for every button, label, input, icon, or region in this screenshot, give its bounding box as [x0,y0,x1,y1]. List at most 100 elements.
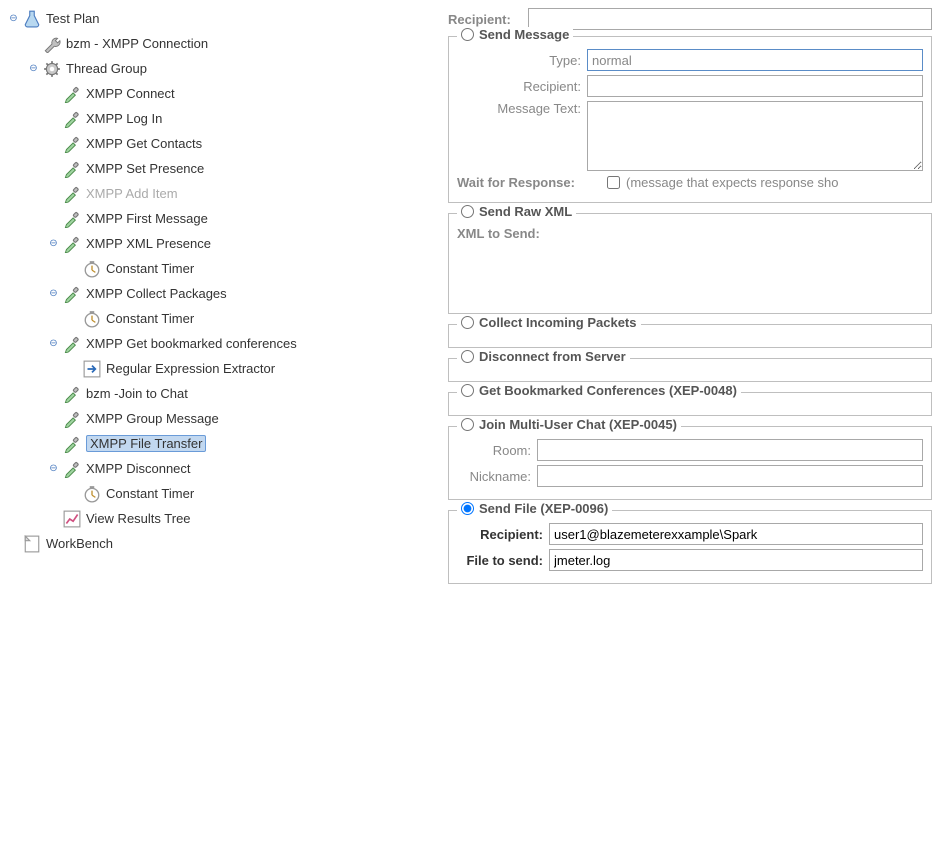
send-raw-xml-group: Send Raw XML XML to Send: [448,213,932,314]
timer-icon [83,310,101,328]
pipette-icon [63,235,81,253]
wait-response-label: Wait for Response: [457,175,607,190]
pipette-icon [63,385,81,403]
nickname-label: Nickname: [457,469,537,484]
tree-label: bzm - XMPP Connection [66,36,208,51]
sendfile-recipient-input[interactable] [549,523,923,545]
tree-node-xmpp-collect-packages[interactable]: ⊖ XMPP Collect Packages [48,281,436,306]
tree-node-xmpp-get-contacts[interactable]: XMPP Get Contacts [48,131,436,156]
tree-node-thread-group[interactable]: ⊖ Thread Group [28,56,436,81]
pipette-icon [63,435,81,453]
tree-node-xmpp-first-message[interactable]: XMPP First Message [48,206,436,231]
nickname-input[interactable] [537,465,923,487]
disconnect-radio[interactable] [461,350,474,363]
pipette-icon [63,185,81,203]
legend-label: Send Raw XML [479,204,572,219]
test-plan-tree[interactable]: ⊖ Test Plan bzm - XMPP Connection ⊖ Thre… [4,6,436,556]
tree-label: XMPP XML Presence [86,236,211,251]
disconnect-group: Disconnect from Server [448,358,932,382]
tree-toggle-icon[interactable]: ⊖ [48,288,59,299]
tree-node-xmpp-disconnect[interactable]: ⊖XMPP Disconnect [48,456,436,481]
file-to-send-label: File to send: [457,553,549,568]
legend-label: Send File (XEP-0096) [479,501,608,516]
tree-label: Constant Timer [106,311,194,326]
message-text-label: Message Text: [457,101,587,116]
tree-label: Test Plan [46,11,99,26]
tree-label: Regular Expression Extractor [106,361,275,376]
pipette-icon [63,160,81,178]
send-file-radio[interactable] [461,502,474,515]
tree-node-workbench[interactable]: WorkBench [8,531,436,556]
tree-toggle-icon[interactable]: ⊖ [28,63,39,74]
top-recipient-input[interactable] [528,8,932,30]
message-text-input[interactable] [587,101,923,171]
send-file-group: Send File (XEP-0096) Recipient: File to … [448,510,932,584]
tree-node-xmpp-set-presence[interactable]: XMPP Set Presence [48,156,436,181]
legend-label: Send Message [479,27,569,42]
tree-node-xmpp-get-bookmarked[interactable]: ⊖XMPP Get bookmarked conferences [48,331,436,356]
join-muc-radio[interactable] [461,418,474,431]
send-message-radio[interactable] [461,28,474,41]
tree-toggle-icon[interactable]: ⊖ [8,13,19,24]
tree-node-test-plan[interactable]: ⊖ Test Plan [8,6,436,31]
room-input[interactable] [537,439,923,461]
tree-node-xmpp-xml-presence[interactable]: ⊖ XMPP XML Presence [48,231,436,256]
tree-toggle-icon[interactable]: ⊖ [48,463,59,474]
legend-label: Collect Incoming Packets [479,315,637,330]
file-icon [23,535,41,553]
room-label: Room: [457,443,537,458]
tree-node-join-chat[interactable]: bzm -Join to Chat [48,381,436,406]
timer-icon [83,260,101,278]
tree-node-xmpp-add-item[interactable]: XMPP Add Item [48,181,436,206]
gear-icon [43,60,61,78]
tree-node-xmpp-connect[interactable]: XMPP Connect [48,81,436,106]
chart-icon [63,510,81,528]
tree-label: Constant Timer [106,486,194,501]
tree-node-constant-timer[interactable]: Constant Timer [68,306,436,331]
tree-node-xmpp-login[interactable]: XMPP Log In [48,106,436,131]
pipette-icon [63,210,81,228]
type-input[interactable] [587,49,923,71]
sendfile-recipient-label: Recipient: [457,527,549,542]
tree-toggle-icon[interactable]: ⊖ [48,338,59,349]
tree-label: XMPP Group Message [86,411,219,426]
tree-node-view-results[interactable]: View Results Tree [48,506,436,531]
sampler-config-panel: Recipient: Send Message Type: Recipient:… [440,0,940,867]
get-bookmarked-radio[interactable] [461,384,474,397]
legend-label: Get Bookmarked Conferences (XEP-0048) [479,383,737,398]
xml-to-send-label: XML to Send: [457,226,546,241]
tree-node-regex-extractor[interactable]: Regular Expression Extractor [68,356,436,381]
recipient-label: Recipient: [448,12,528,27]
arrow-icon [83,360,101,378]
tree-node-constant-timer[interactable]: Constant Timer [68,481,436,506]
legend-label: Join Multi-User Chat (XEP-0045) [479,417,677,432]
tree-label: XMPP First Message [86,211,208,226]
pipette-icon [63,110,81,128]
tree-label: Thread Group [66,61,147,76]
timer-icon [83,485,101,503]
tree-label: Constant Timer [106,261,194,276]
send-raw-xml-radio[interactable] [461,205,474,218]
wait-response-checkbox[interactable] [607,176,620,189]
wrench-icon [43,35,61,53]
pipette-icon [63,335,81,353]
wait-response-hint: (message that expects response sho [626,175,838,190]
send-message-group: Send Message Type: Recipient: Message Te… [448,36,932,203]
tree-node-file-transfer[interactable]: XMPP File Transfer [48,431,436,456]
tree-label: bzm -Join to Chat [86,386,188,401]
tree-node-group-message[interactable]: XMPP Group Message [48,406,436,431]
tree-label: XMPP Collect Packages [86,286,227,301]
file-to-send-input[interactable] [549,549,923,571]
recipient-input[interactable] [587,75,923,97]
tree-label: XMPP File Transfer [86,435,206,452]
collect-packets-radio[interactable] [461,316,474,329]
tree-node-xmpp-connection[interactable]: bzm - XMPP Connection [28,31,436,56]
tree-label: XMPP Add Item [86,186,178,201]
type-label: Type: [457,53,587,68]
tree-label: XMPP Log In [86,111,162,126]
tree-toggle-icon[interactable]: ⊖ [48,238,59,249]
recipient-label: Recipient: [457,79,587,94]
tree-label: WorkBench [46,536,113,551]
collect-packets-group: Collect Incoming Packets [448,324,932,348]
tree-node-constant-timer[interactable]: Constant Timer [68,256,436,281]
